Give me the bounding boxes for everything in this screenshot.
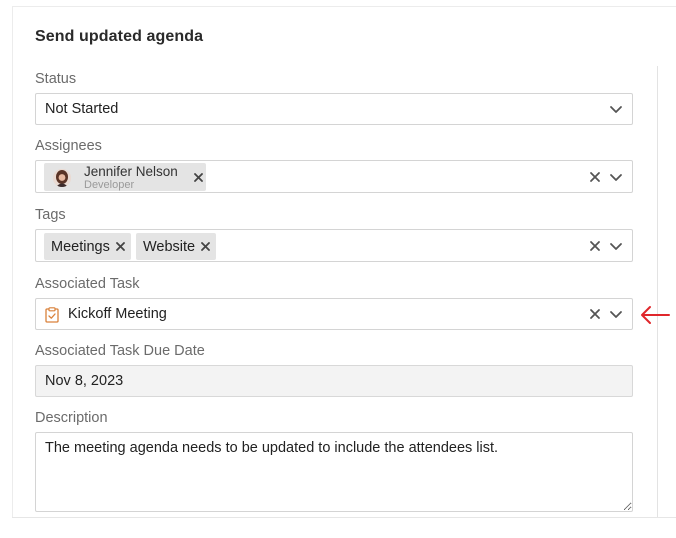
description-label: Description	[35, 410, 108, 426]
task-icon	[45, 307, 59, 323]
tag-chip-label: Meetings	[51, 238, 110, 255]
remove-tag-icon[interactable]	[115, 242, 125, 251]
status-value: Not Started	[45, 101, 119, 117]
due-date-field: Nov 8, 2023	[35, 365, 633, 397]
remove-tag-icon[interactable]	[201, 242, 211, 251]
clear-icon[interactable]	[589, 240, 601, 252]
chevron-down-icon[interactable]	[609, 103, 623, 115]
due-date-value: Nov 8, 2023	[45, 373, 124, 389]
associated-task-select[interactable]: Kickoff Meeting	[35, 298, 633, 330]
clear-icon[interactable]	[589, 308, 601, 320]
tags-label: Tags	[35, 207, 66, 223]
tag-chip: Meetings	[44, 233, 131, 260]
status-select[interactable]: Not Started	[35, 93, 633, 125]
assignees-select[interactable]: Jennifer Nelson Developer	[35, 160, 633, 193]
chevron-down-icon[interactable]	[609, 240, 623, 252]
assignee-role: Developer	[84, 179, 135, 191]
assignee-chip: Jennifer Nelson Developer	[44, 163, 206, 191]
assignees-label: Assignees	[35, 138, 102, 154]
annotation-arrow-icon	[641, 306, 670, 324]
chevron-down-icon[interactable]	[609, 308, 623, 320]
panel-scroll-edge	[657, 66, 658, 518]
task-title: Send updated agenda	[35, 28, 204, 45]
chevron-down-icon[interactable]	[609, 171, 623, 183]
tag-chip: Website	[136, 233, 217, 260]
associated-task-label: Associated Task	[35, 276, 140, 292]
clear-icon[interactable]	[589, 171, 601, 183]
assignee-name: Jennifer Nelson	[84, 164, 178, 179]
avatar	[53, 169, 71, 187]
tags-select[interactable]: Meetings Website	[35, 229, 633, 262]
due-date-label: Associated Task Due Date	[35, 343, 205, 359]
tag-chip-label: Website	[143, 238, 196, 255]
description-textarea[interactable]: The meeting agenda needs to be updated t…	[35, 432, 633, 512]
status-label: Status	[35, 71, 77, 87]
panel-divider	[12, 517, 676, 518]
associated-task-value: Kickoff Meeting	[68, 306, 167, 322]
remove-assignee-icon[interactable]	[194, 173, 203, 182]
